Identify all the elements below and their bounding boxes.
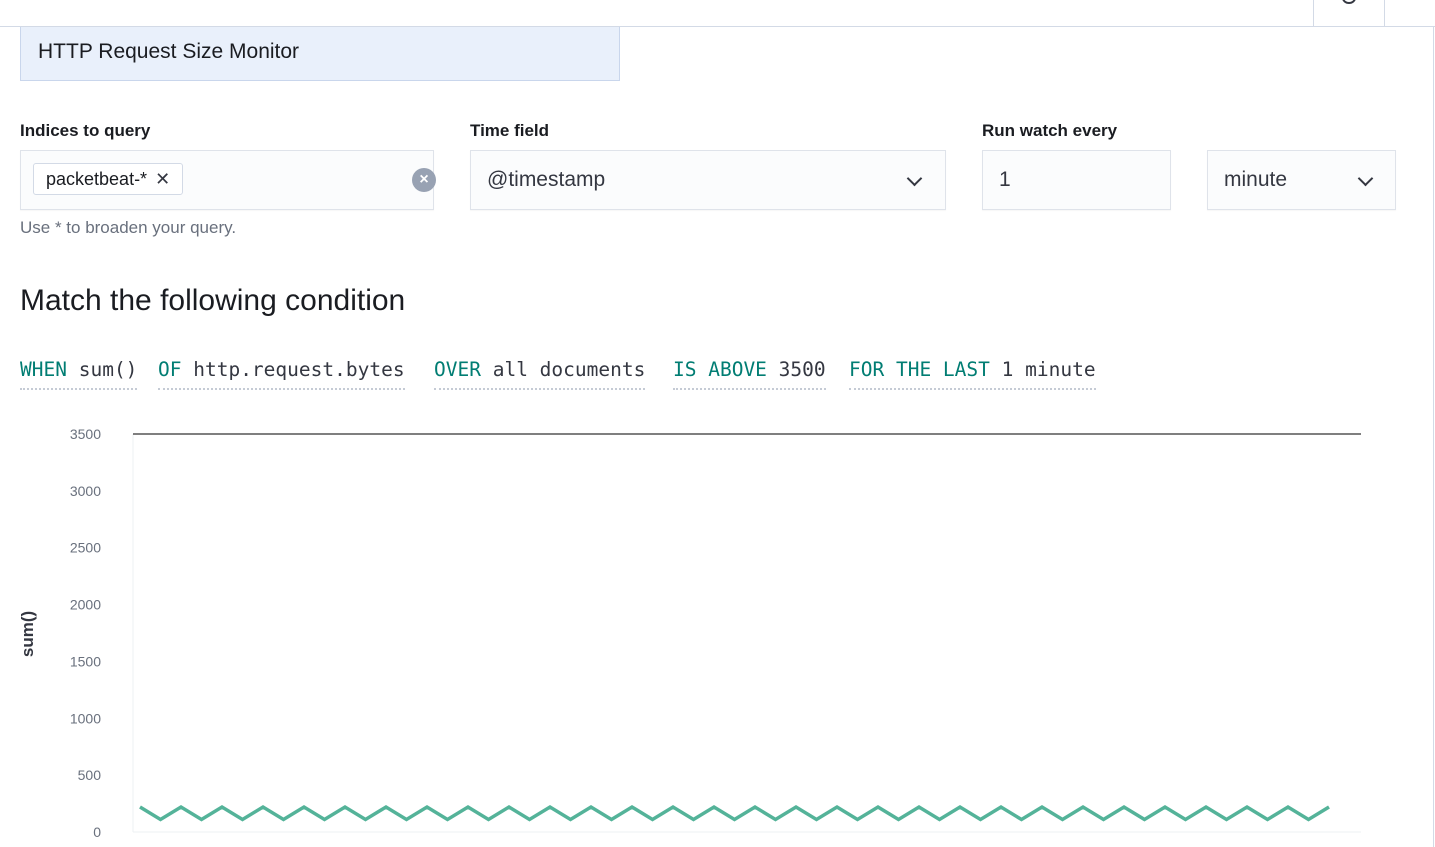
expr-when[interactable]: WHEN sum() — [20, 355, 138, 390]
expr-value: 1 minute — [1001, 358, 1096, 381]
time-field-value: @timestamp — [487, 168, 606, 191]
index-chip: packetbeat-* ✕ — [33, 163, 184, 195]
interval-unit-select[interactable]: minute — [1207, 150, 1396, 210]
y-tick-label: 1500 — [70, 653, 101, 669]
expr-value: http.request.bytes — [193, 358, 405, 381]
y-tick-label: 1000 — [70, 710, 101, 726]
expr-keyword: IS ABOVE — [673, 358, 767, 381]
series-line — [139, 804, 1330, 822]
y-tick-label: 2500 — [70, 540, 101, 556]
chevron-down-icon — [1357, 170, 1374, 187]
expr-keyword: OF — [158, 358, 182, 381]
y-tick-label: 2000 — [70, 597, 101, 613]
expr-value: 3500 — [778, 358, 826, 381]
y-tick-label: 500 — [78, 767, 102, 783]
index-chip-label: packetbeat-* — [46, 169, 148, 189]
indices-label: Indices to query — [20, 121, 151, 140]
indices-help-text: Use * to broaden your query. — [20, 218, 237, 237]
expr-time-window[interactable]: FOR THE LAST 1 minute — [849, 355, 1096, 390]
watch-name-field[interactable]: HTTP Request Size Monitor — [20, 27, 620, 81]
clear-icon[interactable]: × — [412, 168, 436, 192]
help-icon — [1342, 0, 1356, 4]
indices-combobox[interactable]: packetbeat-* ✕ × — [20, 150, 436, 210]
interval-value: 1 — [999, 168, 1011, 191]
expr-over[interactable]: OVER all documents — [434, 355, 646, 390]
time-field-label: Time field — [470, 121, 550, 140]
condition-heading: Match the following condition — [20, 284, 406, 317]
expr-keyword: WHEN — [20, 358, 67, 381]
expr-keyword: FOR THE LAST — [849, 358, 990, 381]
expr-value: sum() — [78, 358, 138, 381]
expr-keyword: OVER — [434, 358, 481, 381]
expr-threshold[interactable]: IS ABOVE 3500 — [673, 355, 826, 390]
y-tick-label: 3000 — [70, 483, 101, 499]
y-tick-label: 0 — [93, 824, 101, 840]
time-field-select[interactable]: @timestamp — [470, 150, 946, 210]
expr-value: all documents — [492, 358, 646, 381]
chevron-down-icon — [906, 170, 923, 187]
top-toolbar — [0, 0, 1435, 27]
remove-chip-icon[interactable]: ✕ — [155, 169, 170, 189]
expr-of[interactable]: OF http.request.bytes — [158, 355, 405, 390]
interval-input[interactable]: 1 — [982, 150, 1171, 210]
y-tick-label: 3500 — [70, 426, 101, 442]
watch-name-value: HTTP Request Size Monitor — [38, 40, 300, 63]
toolbar-button[interactable] — [1313, 0, 1385, 26]
schedule-label: Run watch every — [982, 121, 1118, 140]
interval-unit-value: minute — [1224, 168, 1288, 191]
sum-chart: 0 500 1000 1500 2000 2500 3000 3500 — [70, 426, 1361, 840]
